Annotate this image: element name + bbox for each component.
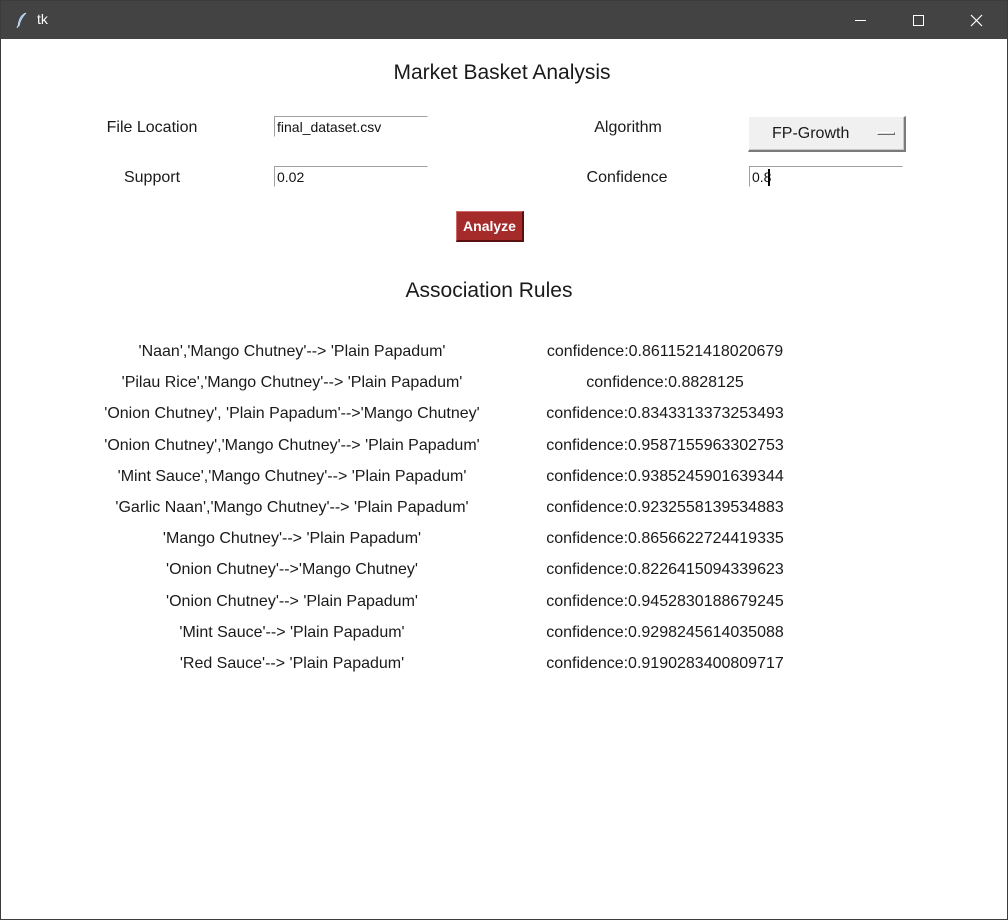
file-location-input[interactable] <box>274 116 428 137</box>
rule-row: 'Mint Sauce'--> 'Plain Papadum' confidenc… <box>1 624 1007 648</box>
rule-text: 'Mint Sauce'--> 'Plain Papadum' <box>179 623 405 641</box>
rule-confidence: confidence:0.9587155963302753 <box>546 436 784 454</box>
maximize-icon <box>913 15 924 26</box>
rule-confidence: confidence:0.8611521418020679 <box>546 343 784 360</box>
maximize-button[interactable] <box>889 1 947 39</box>
rule-confidence: confidence:0.9385245901639344 <box>546 467 784 485</box>
app-window: tk Market Basket Analysis File Location … <box>0 0 1008 920</box>
rule-row: 'Onion Chutney','Mango Chutney'--> 'Plai… <box>1 437 1007 461</box>
rule-text: 'Pilau Rice','Mango Chutney'--> 'Plain P… <box>121 374 463 392</box>
close-button[interactable] <box>947 1 1005 39</box>
rule-text: 'Onion Chutney','Mango Chutney'--> 'Plai… <box>104 436 480 454</box>
window-title: tk <box>37 11 48 27</box>
rule-text: 'Garlic Naan','Mango Chutney'--> 'Plain … <box>115 499 469 516</box>
rule-row: 'Pilau Rice','Mango Chutney'--> 'Plain P… <box>1 374 1007 398</box>
rule-row: 'Onion Chutney', 'Plain Papadum'-->'Mang… <box>1 405 1007 429</box>
text-cursor <box>768 169 770 186</box>
algorithm-label: Algorithm <box>594 119 662 136</box>
close-icon <box>970 14 983 27</box>
algorithm-select[interactable]: FP-Growth <box>748 116 906 152</box>
rule-text: 'Onion Chutney'-->'Mango Chutney' <box>166 561 418 579</box>
rule-confidence: confidence:0.9232558139534883 <box>546 499 784 516</box>
tk-feather-icon <box>15 12 29 29</box>
rule-text: 'Mint Sauce','Mango Chutney'--> 'Plain P… <box>117 467 467 485</box>
rule-confidence: confidence:0.8226415094339623 <box>546 561 784 579</box>
rule-text: 'Red Sauce'--> 'Plain Papadum' <box>179 655 405 672</box>
title-bar[interactable]: tk <box>1 1 1007 39</box>
rule-text: 'Naan','Mango Chutney'--> 'Plain Papadum… <box>138 343 446 360</box>
rule-confidence: confidence:0.8343313373253493 <box>546 405 784 423</box>
support-label: Support <box>123 169 181 186</box>
rule-confidence: confidence:0.9190283400809717 <box>546 655 784 672</box>
support-input[interactable] <box>274 166 428 187</box>
rule-text: 'Onion Chutney'--> 'Plain Papadum' <box>166 592 418 610</box>
confidence-label: Confidence <box>586 169 668 186</box>
file-location-label: File Location <box>106 119 198 136</box>
rule-row: 'Red Sauce'--> 'Plain Papadum' confidence… <box>1 655 1007 679</box>
main-content: Market Basket Analysis File Location Alg… <box>1 39 1007 919</box>
minimize-button[interactable] <box>831 1 889 39</box>
rule-confidence: confidence:0.8828125 <box>586 374 744 392</box>
rule-row: 'Mint Sauce','Mango Chutney'--> 'Plain P… <box>1 468 1007 492</box>
rule-confidence: confidence:0.9298245614035088 <box>546 623 784 641</box>
rule-confidence: confidence:0.9452830188679245 <box>546 592 784 610</box>
algorithm-selected-value: FP-Growth <box>772 125 850 142</box>
analyze-button[interactable]: Analyze <box>456 211 524 242</box>
rule-row: 'Onion Chutney'-->'Mango Chutney' confide… <box>1 561 1007 585</box>
rule-text: 'Mango Chutney'--> 'Plain Papadum' <box>162 530 422 548</box>
option-menu-indicator-icon <box>877 132 895 135</box>
rule-confidence: confidence:0.8656622724419335 <box>546 530 784 548</box>
page-title: Market Basket Analysis <box>393 61 611 84</box>
minimize-icon <box>855 20 866 21</box>
confidence-input[interactable] <box>749 166 903 187</box>
rules-heading: Association Rules <box>405 279 573 302</box>
rule-row: 'Mango Chutney'--> 'Plain Papadum' confid… <box>1 530 1007 554</box>
rule-row: 'Onion Chutney'--> 'Plain Papadum' confid… <box>1 593 1007 617</box>
rule-row: 'Garlic Naan','Mango Chutney'--> 'Plain … <box>1 499 1007 523</box>
rule-text: 'Onion Chutney', 'Plain Papadum'-->'Mang… <box>104 405 480 423</box>
rule-row: 'Naan','Mango Chutney'--> 'Plain Papadum… <box>1 343 1007 367</box>
